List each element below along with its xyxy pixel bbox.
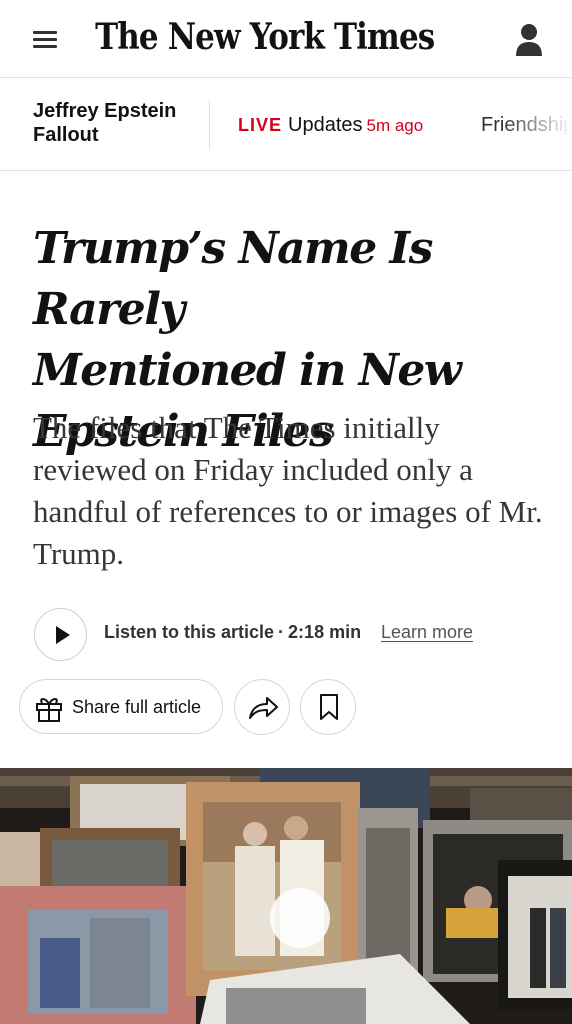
article-summary: The files that The Times initially revie… (33, 410, 543, 571)
listen-separator: · (278, 622, 285, 642)
share-full-article-button[interactable]: Share full article (19, 679, 223, 734)
live-updates-link[interactable]: LIVE Updates 5m ago (238, 114, 423, 137)
live-updates-strip: Jeffrey Epstein Fallout LIVE Updates 5m ag… (0, 79, 572, 171)
share-arrow-icon (249, 697, 278, 719)
nyt-logo[interactable]: The New York Times (95, 12, 435, 62)
framed-photos-image (0, 768, 572, 1024)
masthead: The New York Times (0, 0, 572, 78)
listen-info: Listen to this article · 2:18 min (104, 622, 361, 643)
topic-label[interactable]: Jeffrey Epstein Fallout (33, 99, 198, 147)
live-label: Updates (288, 114, 363, 136)
listen-label: Listen to this article (104, 622, 275, 642)
learn-more-link[interactable]: Learn more (381, 622, 473, 643)
share-label: Share full article (72, 697, 202, 717)
headline-line: Mentioned in New (33, 345, 462, 396)
listen-duration: 2:18 min (288, 622, 362, 642)
headline-line: Trump’s Name Is Rarely (33, 223, 433, 335)
live-badge: LIVE (238, 115, 283, 135)
scroll-fade (502, 79, 572, 170)
bookmark-icon (320, 694, 338, 720)
live-timestamp: 5m ago (366, 116, 424, 135)
share-button[interactable] (234, 679, 290, 735)
account-icon[interactable] (514, 22, 544, 58)
bookmark-button[interactable] (300, 679, 356, 735)
play-audio-button[interactable] (34, 608, 87, 661)
play-icon (56, 626, 70, 644)
lead-photo (0, 768, 572, 1024)
divider (209, 101, 210, 149)
hamburger-menu-icon[interactable] (33, 29, 57, 49)
gift-icon (36, 698, 62, 722)
